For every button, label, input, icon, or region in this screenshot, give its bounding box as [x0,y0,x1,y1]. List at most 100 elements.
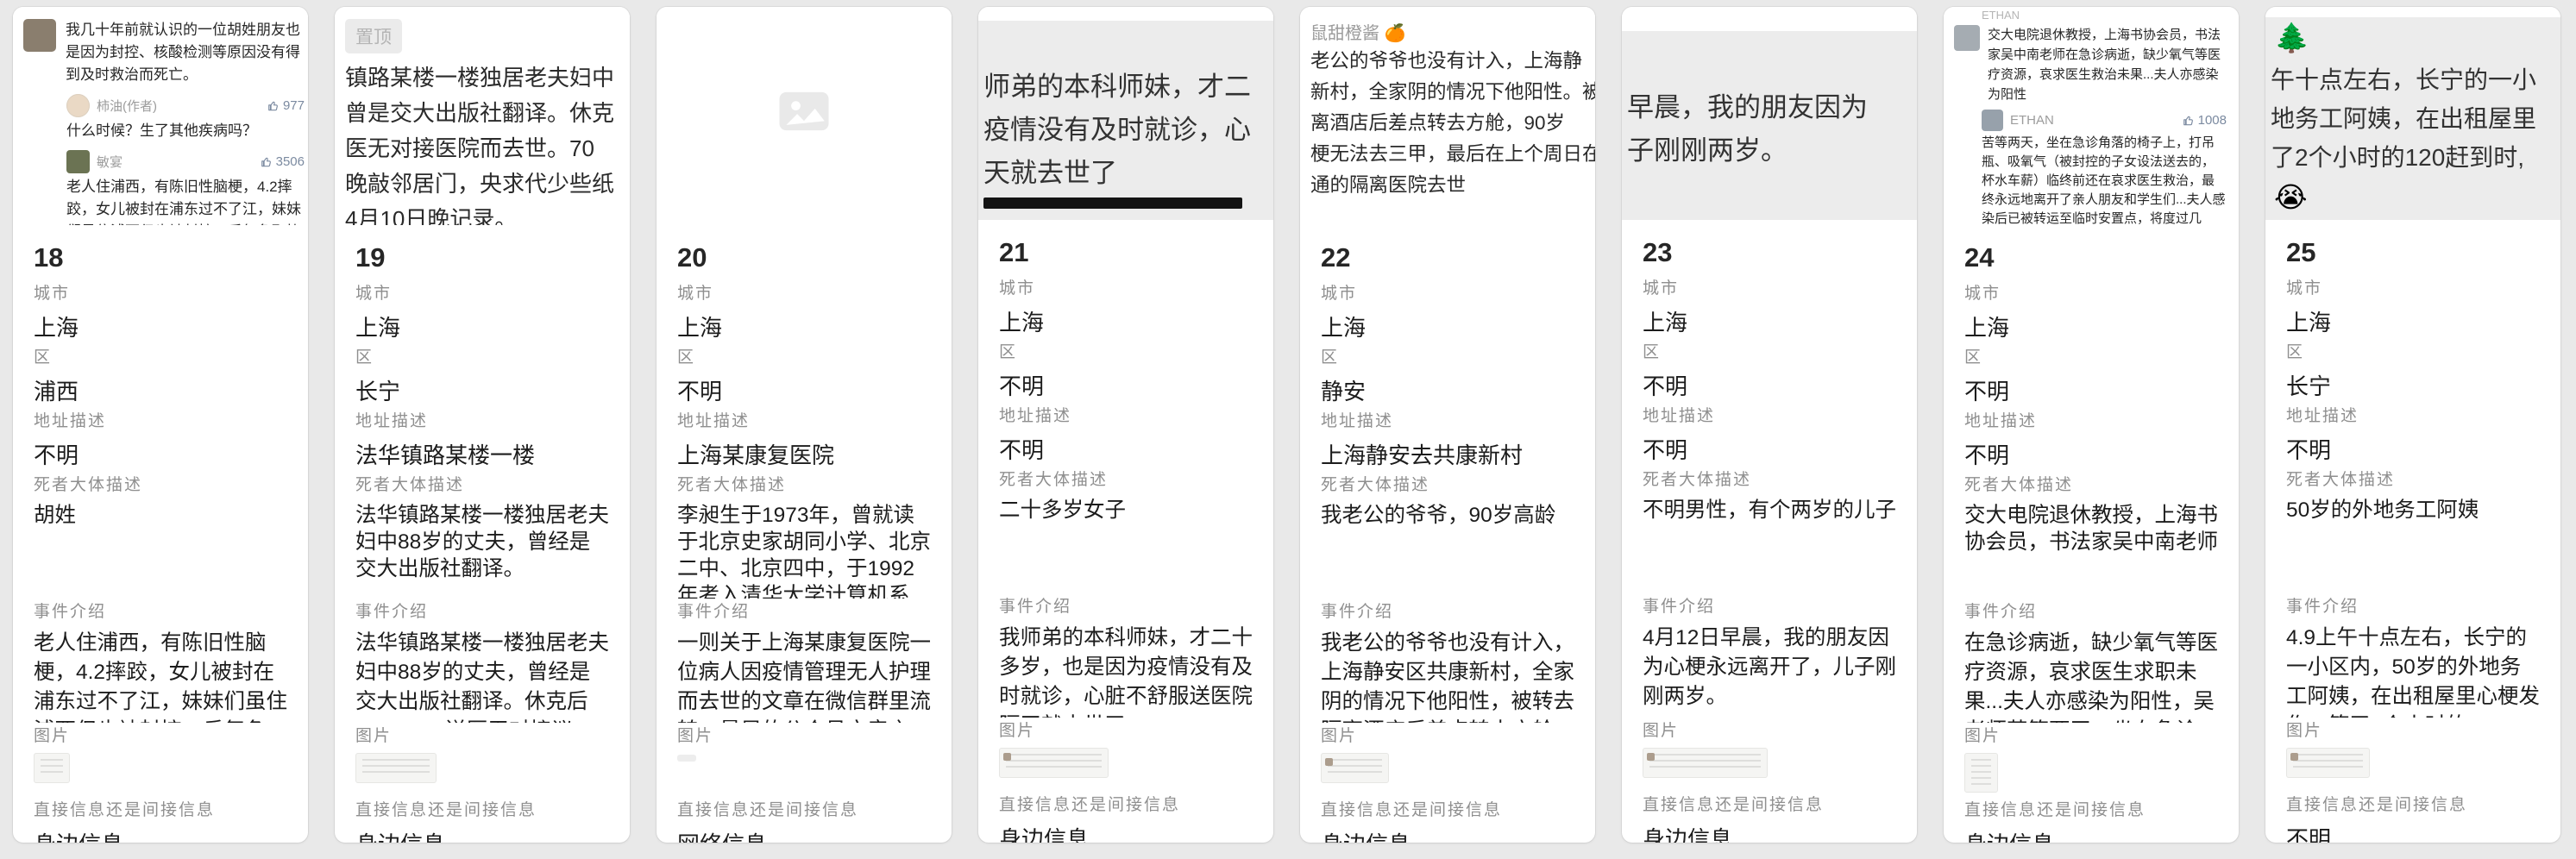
avatar [1954,25,1980,51]
field-direct: 直接信息还是间接信息 身边信息 [355,797,609,843]
field-label-direct: 直接信息还是间接信息 [1321,797,1574,820]
card-fields: 24 城市 上海 区 不明 地址描述 不明 死者大体描述 交大电院退休教授，上海… [1944,225,2239,843]
field-label-deceased: 死者大体描述 [355,472,609,495]
case-card[interactable]: 置顶镇路某楼一楼独居老夫妇中曾是交大出版社翻译。休克医无对接医院而去世。70晚敲… [335,7,630,843]
field-deceased: 死者大体描述 法华镇路某楼一楼独居老夫妇中88岁的丈夫，曾经是交大出版社翻译。 [355,472,609,599]
preview-text-line: 天就去世了 [983,152,1273,195]
preview-text-line: 疫情没有及时就诊，心 [983,109,1273,152]
field-deceased: 死者大体描述 李昶生于1973年，曾就读于北京史家胡同小学、北京二中、北京四中，… [677,472,931,599]
field-direct: 直接信息还是间接信息 身边信息 [34,797,287,843]
like-number: 3506 [276,154,305,169]
field-city: 城市 上海 [355,280,609,344]
field-event: 事件介绍 一则关于上海某康复医院一位病人因疫情管理无人护理而去世的文章在微信群里… [677,599,931,723]
image-thumbnail[interactable] [1964,753,1998,793]
field-value-direct: 身边信息 [1321,827,1574,843]
emoji: 😭 [2274,180,2560,215]
source-screenshot: 置顶镇路某楼一楼独居老夫妇中曾是交大出版社翻译。休克医无对接医院而去世。70晚敲… [335,7,630,225]
card-number: 21 [999,237,1253,275]
field-value-district: 浦西 [34,374,287,406]
field-image: 图片 [999,718,1253,792]
field-value-district: 不明 [1643,369,1896,401]
commenter-name: 柿油(作者) [97,97,261,115]
card-board: 我几十年前就认识的一位胡姓朋友也是因为封控、核酸检测等原因没有得到及时救治而死亡… [0,0,2576,843]
case-card[interactable]: 鼠甜橙酱 🍊老公的爷爷也没有计入，上海静新村，全家阴的情况下他阳性。被离酒店后差… [1300,7,1595,843]
field-city: 城市 上海 [677,280,931,344]
case-card[interactable]: 🌲午十点左右，长宁的一小地务工阿姨，在出租屋里了2个小时的120赶到时,😭 25… [2265,7,2560,843]
field-address: 地址描述 不明 [999,403,1253,467]
preview-text-line: 晚敲邻居门，央求代少些纸 [345,166,630,202]
field-label-event: 事件介绍 [1964,599,2218,622]
field-value-address: 上海静安去共康新村 [1321,438,1574,470]
field-city: 城市 上海 [1964,280,2218,344]
case-card[interactable]: 早晨，我的朋友因为子刚刚两岁。 23 城市 上海 区 不明 地址描述 不明 死者… [1622,7,1917,843]
image-thumbnail[interactable] [1321,753,1389,783]
image-thumbnail[interactable] [999,748,1109,778]
like-number: 977 [283,98,305,113]
field-image: 图片 [355,723,609,797]
field-label-deceased: 死者大体描述 [34,472,287,495]
preview-reply-header: ETHAN1008 [1982,110,2227,131]
field-label-deceased: 死者大体描述 [999,467,1253,490]
field-event: 事件介绍 4.9上午十点左右，长宁的一小区内，50岁的外地务工阿姨，在出租屋里心… [2286,593,2540,718]
field-label-address: 地址描述 [34,408,287,431]
preview-reply-text: 苦等两天，坐在急诊角落的椅子上，打吊瓶、吸氧气（被封控的子女设法送去的，杯水车薪… [1982,134,2227,225]
field-address: 地址描述 不明 [1964,408,2218,472]
field-label-image: 图片 [677,723,931,746]
field-event: 事件介绍 我老公的爷爷也没有计入，上海静安区共康新村，全家阴的情况下他阳性，被转… [1321,599,1574,723]
card-fields: 20 城市 上海 区 不明 地址描述 上海某康复医院 死者大体描述 李昶生于19… [657,225,952,843]
card-number: 25 [2286,237,2540,275]
case-card[interactable]: 20 城市 上海 区 不明 地址描述 上海某康复医院 死者大体描述 李昶生于19… [657,7,952,843]
field-label-city: 城市 [1643,275,1896,298]
field-label-event: 事件介绍 [34,599,287,622]
field-label-district: 区 [1964,344,2218,367]
preview-reply-text: 什么时候？生了其他疾病吗？ [66,120,305,142]
field-label-deceased: 死者大体描述 [2286,467,2540,490]
preview-text-line: 通的隔离医院去世 [1310,170,1595,201]
case-card[interactable]: 师弟的本科师妹，才二疫情没有及时就诊，心天就去世了 21 城市 上海 区 不明 … [978,7,1273,843]
field-event: 事件介绍 老人住浦西，有陈旧性脑梗，4.2摔跤，女儿被封在浦东过不了江，妹妹们虽… [34,599,287,723]
card-fields: 21 城市 上海 区 不明 地址描述 不明 死者大体描述 二十多岁女子 事件介绍… [978,220,1273,843]
field-value-address: 上海某康复医院 [677,438,931,470]
field-value-direct: 身边信息 [1643,822,1896,843]
image-thumbnail[interactable] [34,753,70,783]
field-value-deceased: 交大电院退休教授，上海书协会员，书法家吴中南老师 [1964,502,2218,555]
field-label-deceased: 死者大体描述 [1321,472,1574,495]
case-card[interactable]: 我几十年前就认识的一位胡姓朋友也是因为封控、核酸检测等原因没有得到及时救治而死亡… [13,7,308,843]
field-deceased: 死者大体描述 交大电院退休教授，上海书协会员，书法家吴中南老师 [1964,472,2218,599]
image-placeholder-icon [771,78,837,144]
avatar [1982,110,2003,131]
preview-username: ETHAN [1982,9,2239,22]
image-thumbnail[interactable] [2286,748,2370,778]
field-label-city: 城市 [999,275,1253,298]
field-address: 地址描述 上海某康复医院 [677,408,931,472]
preview-text-line: 师弟的本科师妹，才二 [983,66,1273,109]
preview-username: 鼠甜橙酱 🍊 [1310,19,1595,44]
field-district: 区 长宁 [355,344,609,408]
field-label-image: 图片 [1643,718,1896,741]
image-thumbnail[interactable] [677,755,696,762]
field-label-image: 图片 [1321,723,1574,746]
field-value-event: 4月12日早晨，我的朋友因为心梗永远离开了，儿子刚刚两岁。 [1643,624,1896,712]
field-value-direct: 身边信息 [355,827,609,843]
avatar [66,94,90,117]
field-label-district: 区 [677,344,931,367]
field-value-address: 不明 [1643,433,1896,465]
card-number: 20 [677,242,931,280]
field-event: 事件介绍 我师弟的本科师妹，才二十多岁，也是因为疫情没有及时就诊，心脏不舒服送医… [999,593,1253,718]
preview-text-line: 梗无法去三甲，最后在上个周日在 [1310,139,1595,170]
field-label-deceased: 死者大体描述 [1964,472,2218,495]
field-label-event: 事件介绍 [355,599,609,622]
field-label-city: 城市 [355,280,609,304]
case-card[interactable]: ETHAN交大电院退休教授，上海书协会员，书法家吴中南老师在急诊病逝，缺少氧气等… [1944,7,2239,843]
field-deceased: 死者大体描述 胡姓 [34,472,287,599]
field-value-city: 上海 [1643,305,1896,337]
source-screenshot: ETHAN交大电院退休教授，上海书协会员，书法家吴中南老师在急诊病逝，缺少氧气等… [1944,7,2239,225]
field-label-image: 图片 [999,718,1253,741]
preview-text-line: 午十点左右，长宁的一小 [2271,60,2560,99]
image-placeholder [657,12,952,210]
field-district: 区 浦西 [34,344,287,408]
preview-text-line: 新村，全家阴的情况下他阳性。被 [1310,77,1595,108]
image-thumbnail[interactable] [355,753,437,783]
field-city: 城市 上海 [34,280,287,344]
image-thumbnail[interactable] [1643,748,1768,778]
